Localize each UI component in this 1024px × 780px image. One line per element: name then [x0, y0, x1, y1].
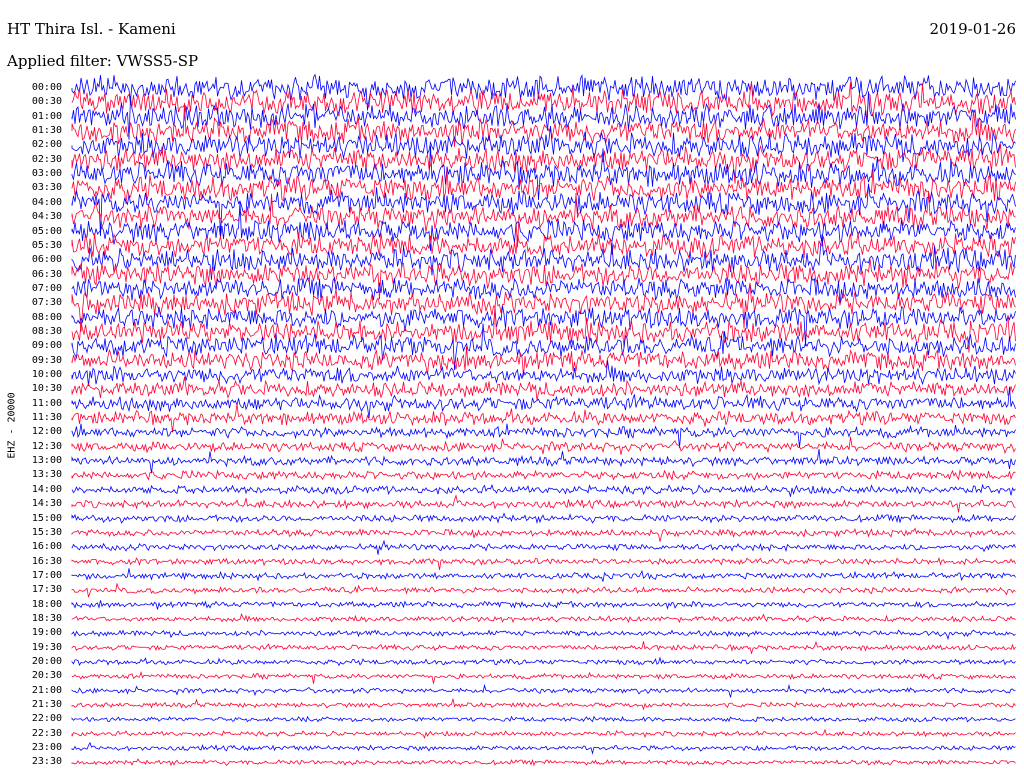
- row-label: 08:30: [31, 325, 62, 337]
- row-label: 10:00: [31, 369, 62, 380]
- row-label: 03:30: [31, 182, 62, 194]
- row-label: 19:00: [31, 627, 62, 639]
- row-label: 23:30: [31, 756, 62, 768]
- trace-row-2100: [71, 683, 1016, 698]
- trace-row-1630: [71, 557, 1016, 570]
- row-label: 15:30: [31, 526, 62, 538]
- seismogram-plot: [71, 73, 1016, 767]
- row-label: 01:30: [31, 125, 62, 137]
- row-label: 01:00: [31, 110, 62, 122]
- row-label: 13:30: [31, 469, 62, 481]
- trace-row-1700: [71, 568, 1016, 582]
- trace-row-1000: [71, 360, 1016, 387]
- row-label: 11:30: [31, 412, 62, 424]
- row-label: 02:30: [31, 153, 62, 165]
- trace-row-2000: [71, 656, 1016, 667]
- row-label: 06:30: [31, 268, 62, 280]
- row-label: 04:00: [31, 196, 62, 208]
- trace-row-1800: [71, 600, 1016, 610]
- row-label: 16:30: [31, 555, 62, 567]
- row-label: 00:00: [31, 82, 62, 93]
- trace-row-1300: [71, 448, 1016, 474]
- trace-row-0230: [71, 144, 1016, 184]
- row-label: 13:00: [31, 455, 62, 467]
- row-label: 10:30: [31, 383, 62, 395]
- row-label: 19:30: [31, 641, 62, 653]
- trace-row-2130: [71, 698, 1016, 711]
- row-label: 20:30: [31, 670, 62, 682]
- trace-row-1900: [71, 629, 1016, 641]
- row-label: 07:30: [31, 297, 62, 309]
- trace-row-1330: [71, 468, 1016, 481]
- trace-row-1030: [71, 376, 1016, 401]
- row-label: 23:00: [31, 742, 62, 754]
- trace-row-1730: [71, 583, 1016, 598]
- trace-row-0530: [71, 232, 1016, 259]
- trace-row-2330: [71, 758, 1016, 767]
- row-label: 22:30: [31, 727, 62, 739]
- row-label: 17:30: [31, 584, 62, 596]
- row-label: 18:00: [31, 598, 62, 610]
- row-label: 18:30: [31, 612, 62, 624]
- row-label: 05:00: [31, 225, 62, 237]
- row-label: 08:00: [31, 311, 62, 323]
- row-label: 07:00: [31, 282, 62, 294]
- row-label: 21:30: [31, 699, 62, 711]
- row-label: 00:30: [31, 96, 62, 108]
- trace-row-2230: [71, 728, 1016, 740]
- trace-row-1400: [71, 483, 1016, 497]
- trace-row-1500: [71, 512, 1016, 525]
- trace-row-1230: [71, 436, 1016, 455]
- trace-row-1430: [71, 494, 1016, 513]
- row-label: 09:30: [31, 354, 62, 366]
- row-label: 11:00: [31, 397, 62, 409]
- row-label: 06:00: [31, 254, 62, 266]
- trace-row-0030: [71, 81, 1016, 122]
- row-label: 21:00: [31, 684, 62, 696]
- trace-row-0000: [71, 73, 1016, 111]
- row-label: 15:00: [31, 512, 62, 524]
- row-label: 09:00: [31, 340, 62, 352]
- trace-row-1130: [71, 403, 1016, 433]
- row-label: 12:00: [31, 426, 62, 438]
- row-label: 14:00: [31, 483, 62, 495]
- trace-row-1530: [71, 527, 1016, 542]
- row-label: 14:30: [31, 498, 62, 510]
- row-label: 22:00: [31, 713, 62, 725]
- row-label: 05:30: [31, 239, 62, 251]
- trace-row-2300: [71, 741, 1016, 755]
- trace-row-1930: [71, 640, 1016, 655]
- trace-row-2200: [71, 715, 1016, 723]
- row-label: 03:00: [31, 168, 62, 180]
- row-label: 04:30: [31, 211, 62, 223]
- trace-row-0800: [71, 305, 1016, 347]
- row-label: 12:30: [31, 440, 62, 452]
- trace-row-2030: [71, 670, 1016, 684]
- trace-row-1600: [71, 539, 1016, 555]
- trace-row-0330: [71, 169, 1016, 204]
- row-label: 02:00: [31, 139, 62, 151]
- trace-row-1830: [71, 612, 1016, 624]
- row-label: 20:00: [31, 656, 62, 667]
- row-label: 16:00: [31, 541, 62, 553]
- row-label: 17:00: [31, 569, 62, 581]
